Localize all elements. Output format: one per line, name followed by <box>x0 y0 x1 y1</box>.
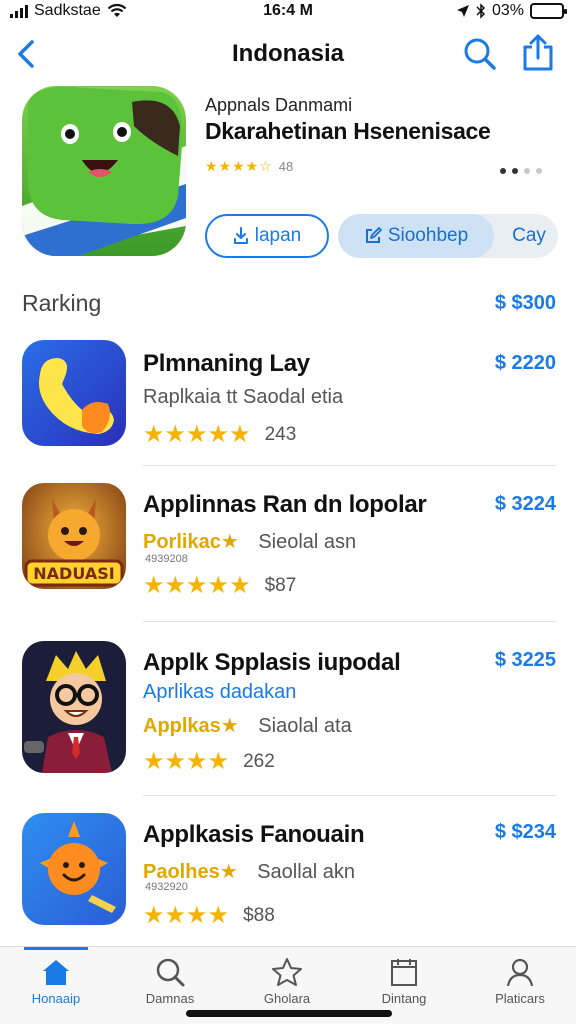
app-meta: 4939208 <box>145 553 188 565</box>
page-dot[interactable] <box>524 168 530 174</box>
tab-indicator <box>24 947 88 950</box>
battery-icon <box>530 3 567 19</box>
search-icon[interactable] <box>462 36 498 72</box>
home-icon <box>43 960 69 985</box>
rating-stars: ★★★★☆ <box>205 158 273 174</box>
page-dot[interactable] <box>512 168 518 174</box>
tab-apps[interactable]: Dintang <box>349 957 459 1006</box>
install-button[interactable]: lapan <box>205 214 329 258</box>
row-divider <box>143 465 556 466</box>
page-dot[interactable] <box>536 168 542 174</box>
app-icon-logo-text: NADUASI <box>33 564 114 583</box>
tab-home[interactable]: Honaaip <box>1 957 111 1006</box>
app-rating: ★★★★★ $87 <box>143 571 296 600</box>
app-accent: Porlikac★ <box>143 531 239 553</box>
segment-active[interactable]: Sioohbep <box>338 214 494 258</box>
app-subtitle-text: Siaolal ata <box>258 715 352 737</box>
app-accent: Applkas★ <box>143 715 239 737</box>
segment-control: Sioohbep Cay <box>338 214 558 258</box>
app-icon-game: NADUASI <box>22 483 126 589</box>
home-indicator <box>186 1010 392 1017</box>
app-subtitle-text: Raplkaia tt Saodal etia <box>143 386 344 408</box>
status-bar: Sadkstae 16:4 M 03% <box>0 0 576 24</box>
featured-rating: ★★★★☆ 48 <box>205 158 293 175</box>
app-name: Applk Spplasis iupodal <box>143 649 401 676</box>
rating-count: 243 <box>264 423 297 445</box>
search-icon <box>156 958 185 987</box>
apps-icon <box>391 959 417 986</box>
app-name: Applinnas Ran dn lopolar <box>143 491 427 518</box>
app-icon-phone <box>22 340 126 446</box>
app-subtitle: Porlikac★ Sieolal asn <box>143 529 356 554</box>
app-name: Applkasis Fanouain <box>143 821 365 848</box>
featured-app-title[interactable]: Dkarahetinan Hsenenisace <box>205 118 491 145</box>
app-icon-sun <box>22 813 126 925</box>
share-icon[interactable] <box>520 34 556 72</box>
app-subtitle: Applkas★ Siaolal ata <box>143 713 352 738</box>
rating-count: 48 <box>278 159 294 174</box>
battery-percent: 03% <box>491 2 524 19</box>
app-price[interactable]: $ $234 <box>495 821 556 844</box>
rating-count: $87 <box>264 574 297 596</box>
tab-label: Platicars <box>495 991 545 1006</box>
app-rating: ★★★★ $88 <box>143 901 275 930</box>
rating-count: $88 <box>243 904 275 926</box>
star-icon <box>272 958 302 986</box>
rating-stars: ★★★★★ <box>143 572 251 599</box>
location-icon <box>456 5 469 17</box>
person-icon <box>506 958 534 987</box>
app-accent: Paolhes★ <box>143 861 238 883</box>
tab-label: Damnas <box>145 991 195 1006</box>
segment-active-label: Sioohbep <box>387 225 469 246</box>
rating-stars: ★★★★ <box>143 748 230 775</box>
app-subtitle-text: Saollal akn <box>257 861 356 883</box>
app-meta: 4932920 <box>145 881 188 893</box>
tab-profile[interactable]: Platicars <box>465 957 575 1006</box>
tab-label: Gholara <box>263 991 311 1006</box>
download-icon <box>233 227 248 244</box>
app-rating: ★★★★★ 243 <box>143 420 296 449</box>
status-right: 03% <box>456 2 567 20</box>
segment-other-label: Cay <box>512 225 546 246</box>
segment-other[interactable]: Cay <box>500 214 558 258</box>
app-price[interactable]: $ 2220 <box>495 352 556 375</box>
app-price[interactable]: $ 3224 <box>495 493 556 516</box>
page-dot[interactable] <box>500 168 506 174</box>
install-label: lapan <box>254 225 302 246</box>
rating-count: 262 <box>243 750 275 772</box>
app-developer-text[interactable]: Aprlikas dadakan <box>143 681 296 703</box>
section-title: Rarking <box>22 290 102 316</box>
page-indicator[interactable] <box>500 168 542 174</box>
section-price[interactable]: $ $300 <box>495 292 556 315</box>
featured-app-subtitle: Appnals Danmami <box>205 95 353 115</box>
tab-featured[interactable]: Gholara <box>232 957 342 1006</box>
row-divider <box>143 795 556 796</box>
rating-stars: ★★★★★ <box>143 421 251 448</box>
tab-label: Dintang <box>381 991 427 1006</box>
app-name: Plmnaning Lay <box>143 350 310 377</box>
app-price[interactable]: $ 3225 <box>495 649 556 672</box>
app-rating: ★★★★ 262 <box>143 747 275 776</box>
tab-search[interactable]: Damnas <box>115 957 225 1006</box>
app-developer: Aprlikas dadakan <box>143 681 296 704</box>
nav-bar: Indonasia <box>0 28 576 80</box>
tab-label: Honaaip <box>31 991 81 1006</box>
app-icon-character <box>22 641 126 773</box>
featured-app-icon[interactable] <box>22 86 186 256</box>
rating-stars: ★★★★ <box>143 902 230 929</box>
app-subtitle-text: Sieolal asn <box>258 531 357 553</box>
bluetooth-icon <box>476 3 486 19</box>
edit-icon <box>365 227 382 243</box>
row-divider <box>143 621 556 622</box>
app-subtitle: Raplkaia tt Saodal etia <box>143 386 343 409</box>
